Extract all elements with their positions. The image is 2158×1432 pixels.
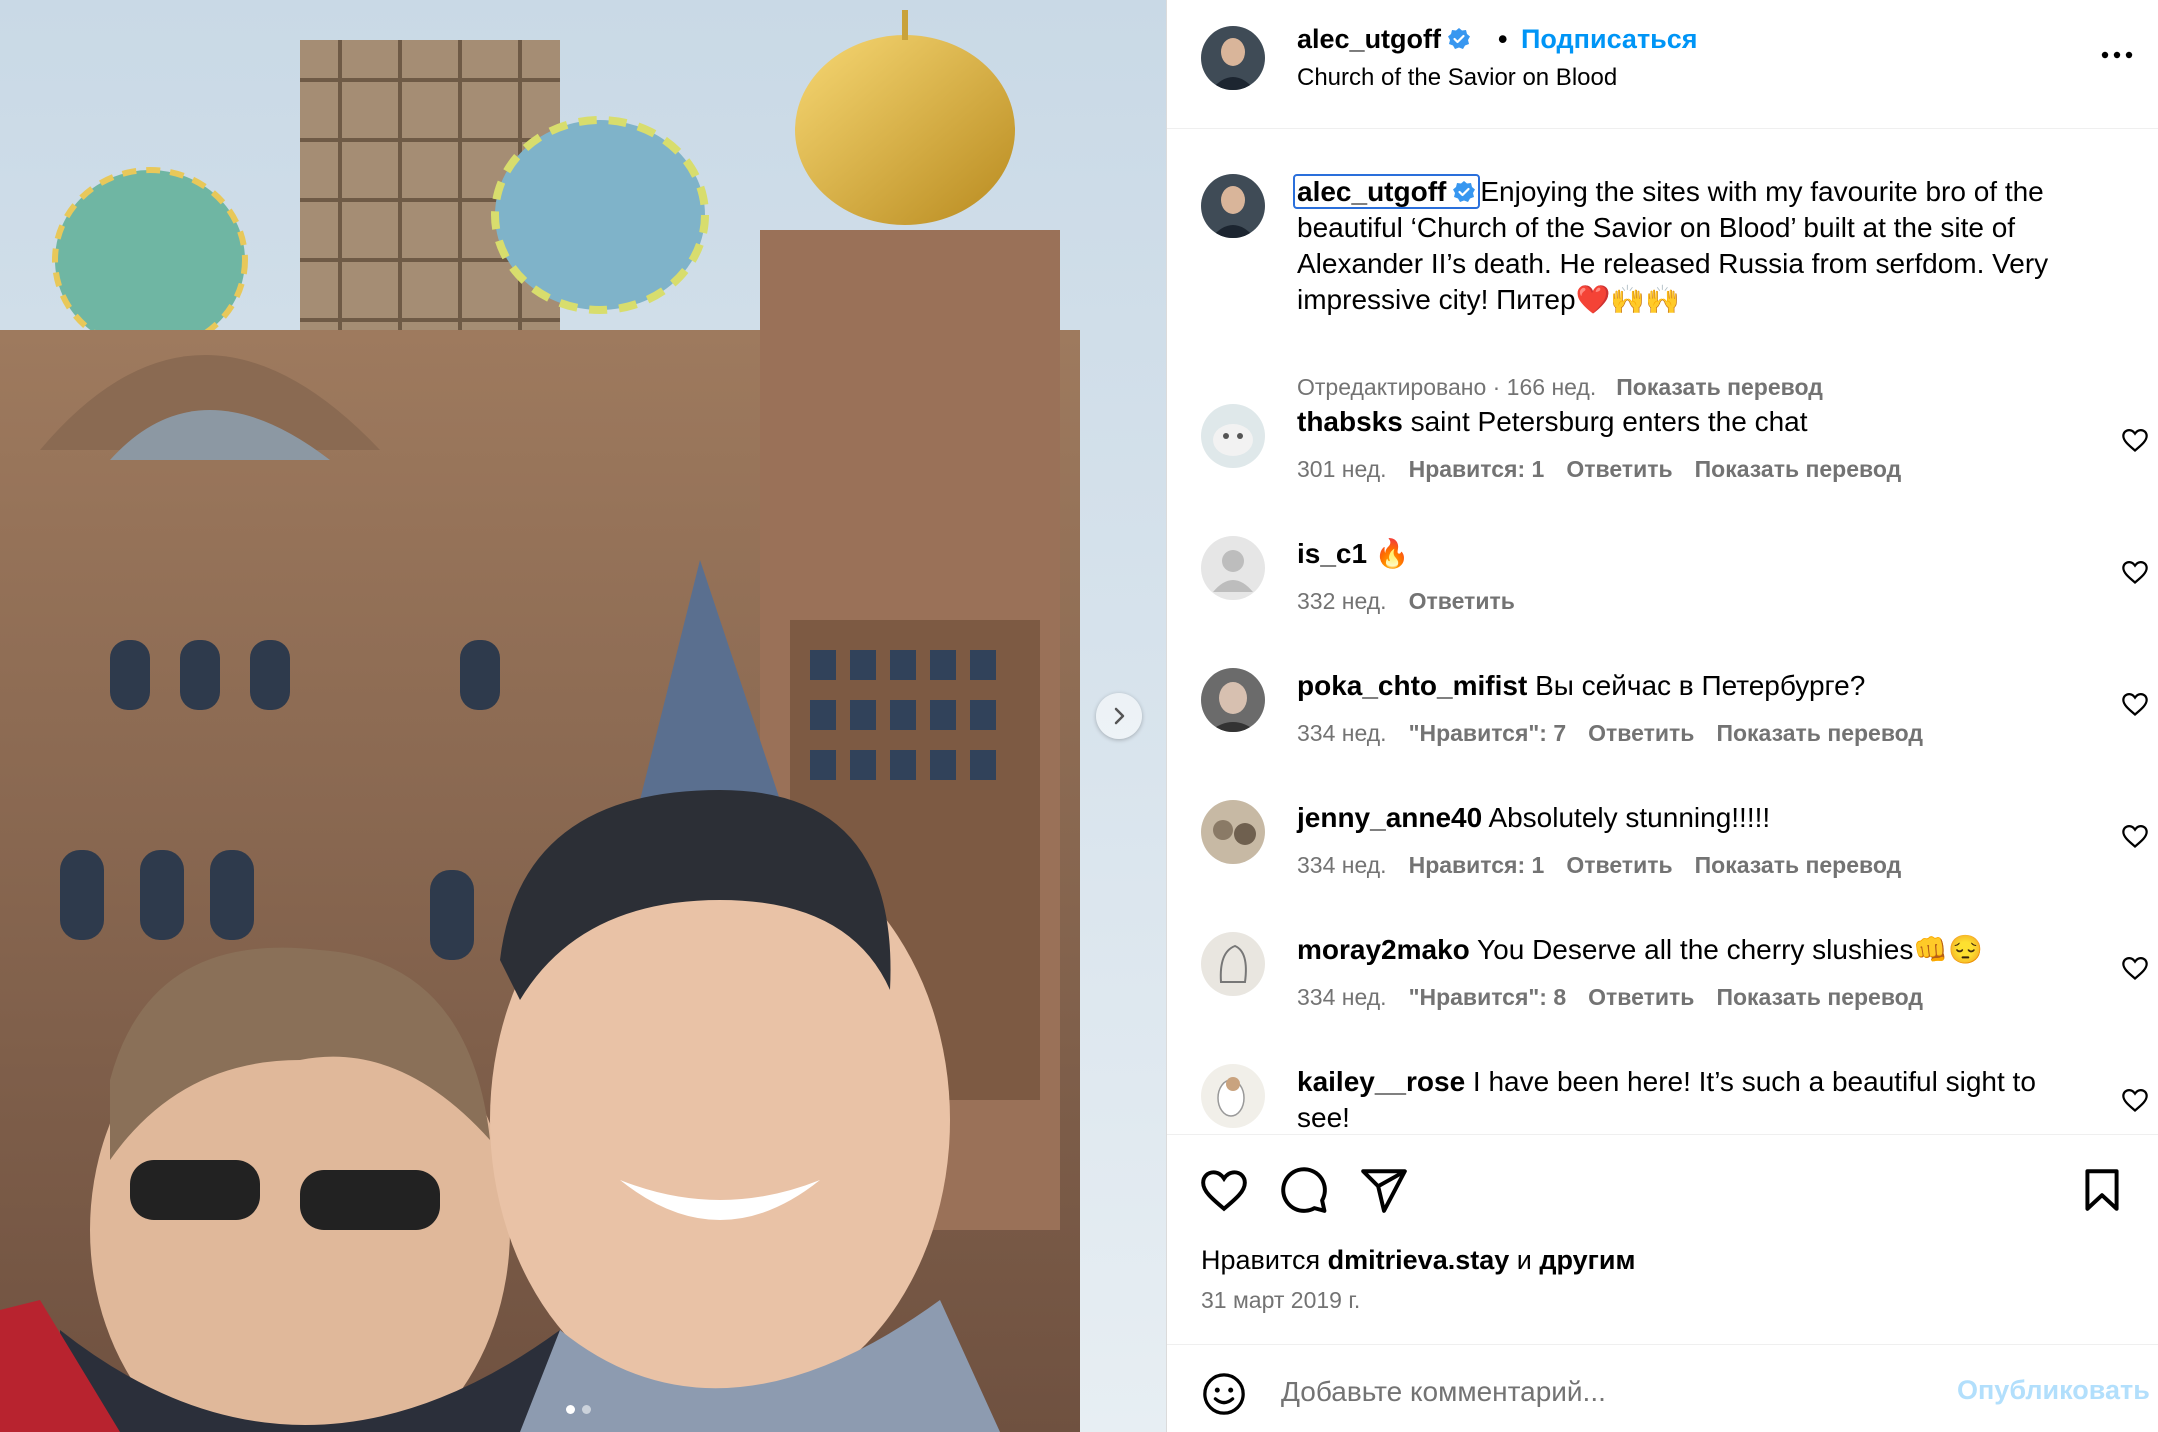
comments-list[interactable]: alec_utgoff Enjoying the sites with my fa… [1167, 129, 2158, 1134]
comment-username[interactable]: thabsks [1297, 406, 1403, 437]
comment-time: 334 нед. [1297, 720, 1387, 746]
comment-text: You Deserve all the cherry slushies👊😔 [1477, 934, 1984, 965]
add-comment-bar: Опубликовать [1167, 1344, 2158, 1432]
caption-edited-time: Отредактировано · 166 нед. [1297, 374, 1597, 400]
comment-reply-button[interactable]: Ответить [1409, 588, 1515, 614]
likes-prefix: Нравится [1201, 1245, 1321, 1275]
comment-meta: 334 нед. "Нравится": 7 Ответить Показать пе… [1297, 720, 1923, 747]
carousel-dot-active [566, 1405, 575, 1414]
follow-button[interactable]: Подписаться [1521, 24, 1698, 55]
post-photo [0, 0, 1166, 1432]
post-actions: Нравится dmitrieva.stay и другим 31 март… [1167, 1134, 2158, 1344]
comment-text-block: thabsks saint Petersburg enters the chat [1297, 404, 2067, 440]
comment-meta: 332 нед. Ответить [1297, 588, 1515, 615]
comment-reply-button[interactable]: Ответить [1566, 456, 1672, 482]
comment-text: saint Petersburg enters the chat [1410, 406, 1808, 437]
comment-meta: 301 нед. Нравится: 1 Ответить Показать пере… [1297, 456, 1901, 483]
caption-avatar[interactable] [1201, 174, 1265, 238]
comment-translate-button[interactable]: Показать перевод [1716, 720, 1923, 746]
publish-button[interactable]: Опубликовать [1957, 1375, 2150, 1406]
heart-icon[interactable] [2121, 690, 2149, 718]
verified-badge-icon [1453, 181, 1476, 202]
comment-meta: 334 нед. "Нравится": 8 Ответить Показать пе… [1297, 984, 1923, 1011]
more-options-icon[interactable] [2097, 40, 2137, 70]
author-username[interactable]: alec_utgoff [1297, 24, 1471, 55]
author-avatar[interactable] [1201, 26, 1265, 90]
comment-username[interactable]: jenny_anne40 [1297, 802, 1482, 833]
likes-conj: и [1516, 1245, 1532, 1275]
comment-username[interactable]: is_c1 [1297, 538, 1367, 569]
post-side-panel: alec_utgoff • Подписаться Church of the … [1166, 0, 2158, 1432]
comment-time: 334 нед. [1297, 984, 1387, 1010]
carousel-dot [582, 1405, 591, 1414]
likes-summary[interactable]: Нравится dmitrieva.stay и другим [1201, 1245, 1635, 1276]
caption-username[interactable]: alec_utgoff [1293, 174, 1481, 209]
comment-reply-button[interactable]: Ответить [1566, 852, 1672, 878]
comment-item: kailey__rose I have been here! It’s such… [1201, 1064, 2148, 1134]
share-icon[interactable] [1359, 1165, 1409, 1215]
carousel-next-button[interactable] [1096, 693, 1142, 739]
commenter-avatar[interactable] [1201, 536, 1265, 600]
comment-likes-count[interactable]: Нравится: 1 [1409, 852, 1545, 878]
heart-icon[interactable] [2121, 426, 2149, 454]
caption-meta: Отредактировано · 166 нед. Показать перев… [1297, 374, 1823, 401]
comment-username[interactable]: moray2mako [1297, 934, 1470, 965]
post-date[interactable]: 31 март 2019 г. [1201, 1287, 1360, 1314]
caption-text-block: alec_utgoff Enjoying the sites with my fa… [1293, 174, 2097, 318]
comment-reply-button[interactable]: Ответить [1588, 984, 1694, 1010]
comment-time: 334 нед. [1297, 852, 1387, 878]
emoji-icon[interactable] [1201, 1371, 1247, 1417]
likes-others[interactable]: другим [1539, 1245, 1635, 1275]
commenter-avatar[interactable] [1201, 932, 1265, 996]
heart-icon[interactable] [2121, 954, 2149, 982]
comment-item: thabsks saint Petersburg enters the chat… [1201, 404, 2148, 514]
post-location[interactable]: Church of the Savior on Blood [1297, 64, 1617, 92]
comment-likes-count[interactable]: Нравится: 1 [1409, 456, 1545, 482]
comment-translate-button[interactable]: Показать перевод [1716, 984, 1923, 1010]
commenter-avatar[interactable] [1201, 668, 1265, 732]
comment-text: Absolutely stunning!!!!! [1488, 802, 1771, 833]
bookmark-icon[interactable] [2077, 1165, 2127, 1215]
comment-item: moray2mako You Deserve all the cherry sl… [1201, 932, 2148, 1042]
comment-time: 301 нед. [1297, 456, 1387, 482]
post-header: alec_utgoff • Подписаться Church of the … [1167, 0, 2158, 129]
comment-item: is_c1 🔥 332 нед. Ответить [1201, 536, 2148, 646]
commenter-avatar[interactable] [1201, 404, 1265, 468]
header-separator: • [1498, 24, 1508, 54]
comment-time: 332 нед. [1297, 588, 1387, 614]
comment-reply-button[interactable]: Ответить [1588, 720, 1694, 746]
chevron-right-icon [1114, 707, 1125, 725]
likes-user[interactable]: dmitrieva.stay [1328, 1245, 1510, 1275]
comment-text-block: is_c1 🔥 [1297, 536, 2067, 572]
comment-username[interactable]: poka_chto_mifist [1297, 670, 1527, 701]
carousel-dots [566, 1405, 591, 1414]
comment-translate-button[interactable]: Показать перевод [1695, 852, 1902, 878]
heart-icon[interactable] [2121, 1086, 2149, 1114]
commenter-avatar[interactable] [1201, 800, 1265, 864]
comment-meta: 334 нед. Нравится: 1 Ответить Показать пере… [1297, 852, 1901, 879]
comment-text-block: poka_chto_mifist Вы сейчас в Петербурге? [1297, 668, 2067, 704]
comment-likes-count[interactable]: "Нравится": 7 [1409, 720, 1567, 746]
comment-text: 🔥 [1374, 538, 1410, 569]
commenter-avatar[interactable] [1201, 1064, 1265, 1128]
comment-item: poka_chto_mifist Вы сейчас в Петербурге?… [1201, 668, 2148, 778]
comment-username[interactable]: kailey__rose [1297, 1066, 1465, 1097]
comment-text: Вы сейчас в Петербурге? [1535, 670, 1866, 701]
comment-likes-count[interactable]: "Нравится": 8 [1409, 984, 1567, 1010]
comment-translate-button[interactable]: Показать перевод [1695, 456, 1902, 482]
comment-text-block: moray2mako You Deserve all the cherry sl… [1297, 932, 2067, 968]
comment-icon[interactable] [1279, 1165, 1329, 1215]
heart-icon[interactable] [2121, 822, 2149, 850]
caption-translate-button[interactable]: Показать перевод [1616, 374, 1823, 400]
comment-item: jenny_anne40 Absolutely stunning!!!!! 33… [1201, 800, 2148, 910]
heart-icon[interactable] [2121, 558, 2149, 586]
comment-input[interactable] [1279, 1367, 1903, 1417]
comment-text-block: kailey__rose I have been here! It’s such… [1297, 1064, 2067, 1134]
heart-icon[interactable] [1199, 1165, 1249, 1215]
verified-badge-icon [1448, 28, 1471, 49]
comment-text-block: jenny_anne40 Absolutely stunning!!!!! [1297, 800, 2067, 836]
